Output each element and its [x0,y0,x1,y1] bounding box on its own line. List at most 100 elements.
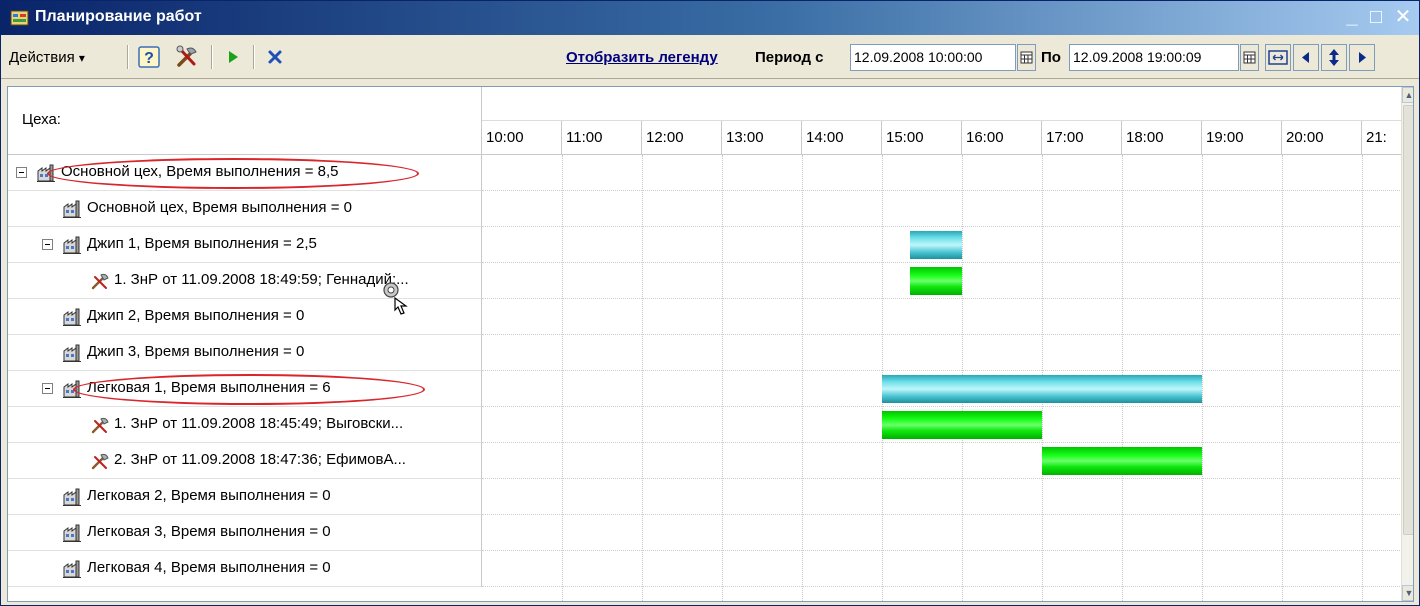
period-from-field[interactable]: 12.09.2008 10:00:00 [850,44,1016,71]
timeline-header: 10:00 11:00 12:00 13:00 14:00 15:00 16:00 17:00… [482,87,1402,155]
work-order-bar[interactable] [1042,447,1202,475]
workshop-row[interactable]: Джип 2, Время выполнения = 0 [8,299,482,335]
arrow-right-icon [1359,52,1366,63]
row-label: 1. ЗнР от 11.09.2008 18:45:49; Выговски.… [114,415,404,432]
period-to-label: По [1041,49,1061,66]
toolbar-separator [127,45,128,69]
workshop-row[interactable]: Основной цех, Время выполнения = 8,5 [8,155,482,191]
hour-tick-label: 10:00 [482,121,562,155]
hour-tick-label: 12:00 [642,121,722,155]
workshop-icon [62,523,82,543]
close-button[interactable]: ✕ [1392,5,1414,29]
timeline-row[interactable] [482,191,1402,227]
work-order-row[interactable]: 1. ЗнР от 11.09.2008 18:45:49; Выговски.… [8,407,482,443]
delete-button[interactable] [261,43,289,71]
workshops-header-label: Цеха: [22,111,61,128]
minimize-button[interactable]: _ [1341,5,1363,29]
gantt-grid: Цеха: 10:00 11:00 12:00 13:00 14:00 15:00 16:0… [7,86,1414,602]
scroll-up-arrow[interactable]: ▲ [1402,87,1413,103]
window-title: Планирование работ [35,8,202,25]
fit-width-button[interactable] [1265,44,1291,71]
row-label: Легковая 3, Время выполнения = 0 [87,523,331,540]
collapse-toggle[interactable] [42,383,53,394]
timeline-row[interactable] [482,551,1402,587]
workshop-icon [62,343,82,363]
timeline-row[interactable] [482,299,1402,335]
row-label: Джип 1, Время выполнения = 2,5 [87,235,317,252]
timeline-row[interactable] [482,443,1402,479]
workshop-row[interactable]: Основной цех, Время выполнения = 0 [8,191,482,227]
work-order-row[interactable]: 1. ЗнР от 11.09.2008 18:49:59; Геннадий;… [8,263,482,299]
timeline-row[interactable] [482,479,1402,515]
app-icon [10,10,29,26]
hour-tick-label: 11:00 [562,121,642,155]
up-down-arrow-icon [1329,49,1339,66]
hour-tick-label: 15:00 [882,121,962,155]
workshop-row[interactable]: Легковая 4, Время выполнения = 0 [8,551,482,587]
scroll-down-arrow[interactable]: ▼ [1402,585,1413,601]
hour-tick-label: 16:00 [962,121,1042,155]
help-button[interactable]: ? [135,43,163,71]
work-order-icon [90,415,110,435]
collapse-toggle[interactable] [16,167,27,178]
timeline-row[interactable] [482,515,1402,551]
summary-task-bar[interactable] [910,231,962,259]
fit-width-icon [1268,50,1288,65]
timeline-header-band [482,87,1402,121]
row-label: Легковая 4, Время выполнения = 0 [87,559,331,576]
period-to-calendar-button[interactable] [1240,44,1259,71]
workshop-icon [62,235,82,255]
vertical-scrollbar[interactable]: ▲ ▼ [1401,87,1413,601]
row-label: Легковая 1, Время выполнения = 6 [87,379,331,396]
summary-task-bar[interactable] [882,375,1202,403]
timeline-row[interactable] [482,335,1402,371]
hour-tick-label: 18:00 [1122,121,1202,155]
workshop-row[interactable]: Легковая 2, Время выполнения = 0 [8,479,482,515]
tools-button[interactable] [173,43,201,71]
workshop-row[interactable]: Джип 3, Время выполнения = 0 [8,335,482,371]
period-to-field[interactable]: 12.09.2008 19:00:09 [1069,44,1239,71]
timeline-row[interactable] [482,155,1402,191]
period-from-label: Период с [755,49,824,66]
hour-tick-label: 14:00 [802,121,882,155]
workshop-icon [62,307,82,327]
maximize-button[interactable]: □ [1365,5,1387,29]
workshop-row[interactable]: Джип 1, Время выполнения = 2,5 [8,227,482,263]
period-from-calendar-button[interactable] [1017,44,1036,71]
actions-label: Действия [9,49,75,66]
calendar-icon [1020,51,1033,64]
vertical-zoom-button[interactable] [1321,44,1347,71]
hour-tick-label: 19:00 [1202,121,1282,155]
show-legend-link[interactable]: Отобразить легенду [566,49,718,66]
close-icon [268,50,282,64]
workshop-row[interactable]: Легковая 1, Время выполнения = 6 [8,371,482,407]
row-label: 1. ЗнР от 11.09.2008 18:49:59; Геннадий;… [114,271,409,288]
actions-menu[interactable]: Действия ▾ [9,44,85,71]
run-button[interactable] [219,43,247,71]
svg-text:?: ? [144,50,154,67]
hour-tick-label: 17:00 [1042,121,1122,155]
hour-tick-label: 21: [1362,121,1402,155]
scroll-left-button[interactable] [1293,44,1319,71]
work-order-bar[interactable] [910,267,962,295]
row-label: Джип 2, Время выполнения = 0 [87,307,305,324]
work-order-row[interactable]: 2. ЗнР от 11.09.2008 18:47:36; ЕфимовА..… [8,443,482,479]
workshop-row[interactable]: Легковая 3, Время выполнения = 0 [8,515,482,551]
title-bar[interactable]: Планирование работ _ □ ✕ [1,1,1419,35]
workshop-icon [36,163,56,183]
work-order-icon [90,271,110,291]
scroll-right-button[interactable] [1349,44,1375,71]
workshop-icon [62,379,82,399]
scroll-thumb[interactable] [1403,105,1413,535]
toolbar: Действия ▾ ? Отобразить легенду Период с… [1,35,1419,79]
planning-window: Планирование работ _ □ ✕ Действия ▾ ? От… [0,0,1420,606]
workshop-icon [62,487,82,507]
row-label: Легковая 2, Время выполнения = 0 [87,487,331,504]
row-label: Основной цех, Время выполнения = 0 [87,199,352,216]
collapse-toggle[interactable] [42,239,53,250]
work-order-icon [90,451,110,471]
calendar-icon [1243,51,1256,64]
toolbar-separator [211,45,212,69]
work-order-bar[interactable] [882,411,1042,439]
play-icon [229,51,238,63]
